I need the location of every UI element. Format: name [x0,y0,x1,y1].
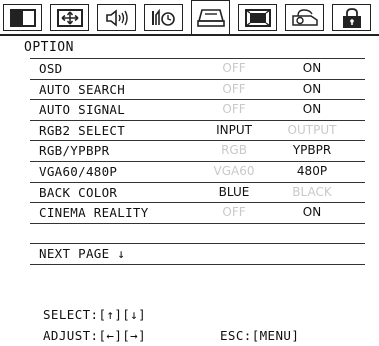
option-menu: OSD OFF ON AUTO SEARCH OFF ON AUTO SIGNAL OFF ON… [30,58,365,265]
option-value-1[interactable]: OFF [204,59,264,79]
option-row-blank [30,224,365,245]
option-value-1[interactable]: OFF [204,203,264,223]
select-hint: SELECT:[↑][↓] [43,307,147,322]
option-value-2[interactable]: 480P [282,162,342,182]
lock-icon [342,7,361,28]
option-row-rgb-ypbpr[interactable]: RGB/YPBPR RGB YPBPR [30,141,365,162]
option-value-1[interactable]: BLUE [204,183,264,203]
option-value-2[interactable]: BLACK [282,183,342,203]
option-label: OSD [39,61,63,76]
option-value-1[interactable]: OFF [204,80,264,100]
option-label: AUTO SIGNAL [39,102,126,118]
option-value-2[interactable]: ON [282,100,342,120]
option-value-2[interactable]: ON [282,80,342,100]
option-row-auto-signal[interactable]: AUTO SIGNAL OFF ON [30,100,365,121]
option-row-vga60-480p[interactable]: VGA60/480P VGA60 480P [30,162,365,183]
option-row-osd[interactable]: OSD OFF ON [30,59,365,80]
tab-lock[interactable] [332,4,371,31]
audio-icon [105,8,128,27]
option-row-rgb2-select[interactable]: RGB2 SELECT INPUT OUTPUT [30,121,365,142]
option-label: RGB/YPBPR [39,143,110,159]
tab-audio[interactable] [97,4,136,31]
adjust-hint: ADJUST:[←][→] [43,328,147,343]
tab-bar-underline [0,34,379,36]
option-value-2[interactable]: ON [282,203,342,223]
option-value-2[interactable]: ON [282,59,342,79]
tab-picture[interactable] [3,4,42,31]
option-value-2[interactable]: YPBPR [282,141,342,161]
display-icon [244,8,271,27]
option-row-next-page[interactable]: NEXT PAGE ↓ [30,244,365,265]
option-value-2[interactable]: OUTPUT [282,121,342,141]
option-row-back-color[interactable]: BACK COLOR BLUE BLACK [30,183,365,204]
option-label: NEXT PAGE ↓ [39,246,126,262]
option-label: AUTO SEARCH [39,81,126,97]
tab-setup[interactable] [191,0,230,35]
panel-title: OPTION [24,40,74,55]
picture-icon [9,8,36,27]
projector-icon [291,8,318,26]
option-label: BACK COLOR [39,184,118,200]
setup-icon [196,9,225,27]
tab-screen-position[interactable] [50,4,89,31]
tab-display[interactable] [238,4,277,31]
option-label: VGA60/480P [39,163,118,179]
option-row-cinema-reality[interactable]: CINEMA REALITY OFF ON [30,203,365,224]
option-label: CINEMA REALITY [39,205,149,221]
menu-tab-bar [0,0,379,38]
esc-hint: ESC:[MENU] [220,328,300,343]
tab-projector[interactable] [285,4,324,31]
option-value-1[interactable]: INPUT [204,121,264,141]
option-label: RGB2 SELECT [39,122,126,138]
screen-position-icon [56,8,83,27]
tab-timer[interactable] [144,4,183,31]
option-row-auto-search[interactable]: AUTO SEARCH OFF ON [30,80,365,101]
option-value-1[interactable]: OFF [204,100,264,120]
option-value-1[interactable]: VGA60 [204,162,264,182]
option-value-1[interactable]: RGB [204,141,264,161]
timer-icon [151,8,175,26]
